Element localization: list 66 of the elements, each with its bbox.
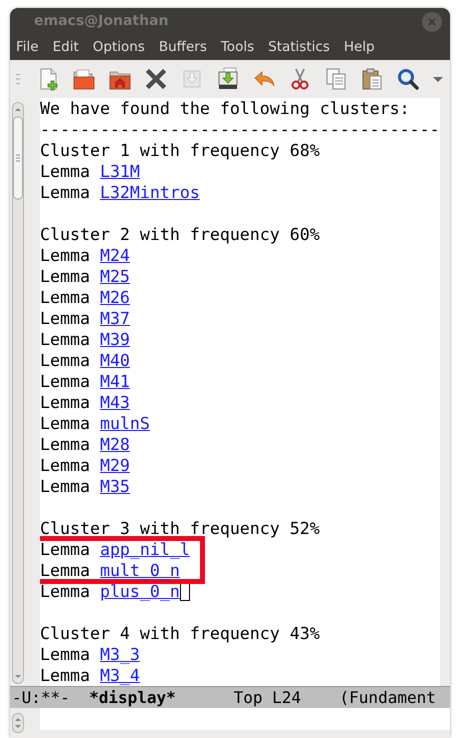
lemma-label: Lemma <box>40 183 90 202</box>
lemma-label: Lemma <box>40 666 90 685</box>
menu-item[interactable]: Tools <box>220 35 262 60</box>
lemma-label: Lemma <box>40 267 90 286</box>
lemma-label: Lemma <box>40 561 90 580</box>
folder-icon <box>72 67 96 91</box>
lemma-link[interactable]: M35 <box>100 477 130 496</box>
search-icon <box>396 67 420 91</box>
lemma-label: Lemma <box>40 477 90 496</box>
buffer-text: Cluster 1 with frequency 68% <box>40 141 320 160</box>
buffer-name: *display* <box>89 687 176 708</box>
lemma-link[interactable]: M37 <box>100 309 130 328</box>
clipboard-icon <box>360 67 384 91</box>
lemma-label: Lemma <box>40 330 90 349</box>
lemma-label: Lemma <box>40 393 90 412</box>
lemma-link[interactable]: mulnS <box>100 414 150 433</box>
lemma-label: Lemma <box>40 372 90 391</box>
lemma-label: Lemma <box>40 435 90 454</box>
lemma-link[interactable]: M28 <box>100 435 130 454</box>
mode-status: -U:**- <box>12 687 70 708</box>
lemma-label: Lemma <box>40 540 90 559</box>
lemma-label: Lemma <box>40 162 90 181</box>
lemma-label: Lemma <box>40 645 90 664</box>
scrollbar[interactable] <box>12 102 24 684</box>
buffer-text: Cluster 2 with frequency 60% <box>40 225 320 244</box>
lemma-label: Lemma <box>40 582 90 601</box>
copy-icon <box>324 67 348 91</box>
lemma-link[interactable]: M39 <box>100 330 130 349</box>
lemma-link[interactable]: mult_0_n <box>100 561 180 580</box>
menu-item[interactable]: File <box>16 35 46 60</box>
lemma-link[interactable]: M24 <box>100 246 130 265</box>
lemma-link[interactable]: L32Mintros <box>100 183 200 202</box>
major-mode: (Fundament <box>340 687 436 708</box>
lemma-link[interactable]: L31M <box>100 162 140 181</box>
buffer-text: ---------------------------------------- <box>40 120 440 139</box>
lemma-label: Lemma <box>40 246 90 265</box>
lemma-link[interactable]: M40 <box>100 351 130 370</box>
menu-item[interactable]: Help <box>344 35 382 60</box>
buffer-text: Cluster 4 with frequency 43% <box>40 624 320 643</box>
menu-item[interactable]: Edit <box>52 35 86 60</box>
minibuffer-scrollbar[interactable] <box>12 710 24 734</box>
lemma-link[interactable]: M26 <box>100 288 130 307</box>
caret-icon <box>433 76 443 82</box>
lemma-label: Lemma <box>40 309 90 328</box>
menu-item[interactable]: Statistics <box>268 35 337 60</box>
drive-icon <box>216 67 240 91</box>
lemma-label: Lemma <box>40 351 90 370</box>
lemma-label: Lemma <box>40 414 90 433</box>
menu-item[interactable]: Buffers <box>158 35 214 60</box>
buffer-text: Cluster 3 with frequency 52% <box>40 519 320 538</box>
menu-item[interactable]: Options <box>92 35 152 60</box>
window-title: emacs@Jonathan <box>34 12 168 31</box>
lemma-label: Lemma <box>40 288 90 307</box>
close-icon <box>428 18 436 26</box>
buffer-text: We have found the following clusters: <box>40 99 410 118</box>
lemma-label: Lemma <box>40 456 90 475</box>
buffer-position: Top L24 <box>234 687 301 708</box>
lemma-link[interactable]: plus_0_n <box>100 582 180 601</box>
lemma-link[interactable]: M43 <box>100 393 130 412</box>
lemma-link[interactable]: app_nil_l <box>100 540 190 559</box>
lemma-link[interactable]: M3_4 <box>100 666 140 685</box>
lemma-link[interactable]: M3_3 <box>100 645 140 664</box>
lemma-link[interactable]: M25 <box>100 267 130 286</box>
close-icon <box>144 67 168 91</box>
lemma-link[interactable]: M41 <box>100 372 130 391</box>
lemma-link[interactable]: M29 <box>100 456 130 475</box>
